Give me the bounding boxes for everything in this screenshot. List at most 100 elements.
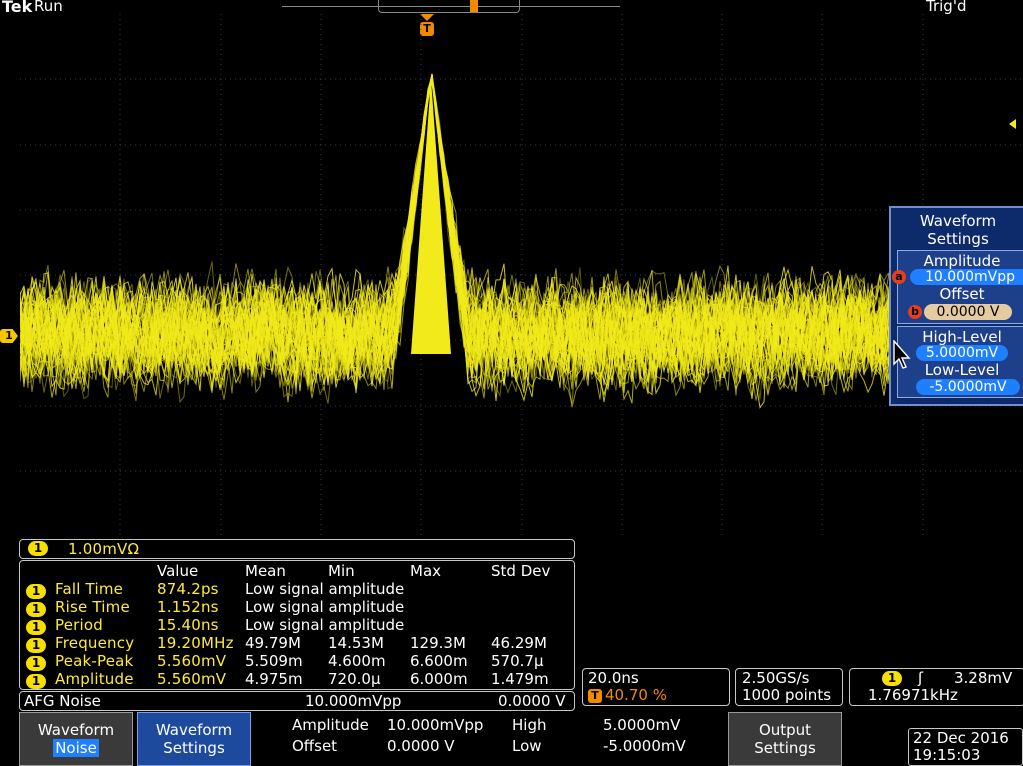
summary-low-label: Low <box>512 737 542 755</box>
summary-offset-label: Offset <box>292 737 338 755</box>
channel-badge: 1 <box>26 584 46 599</box>
offset-label: Offset <box>939 285 985 303</box>
waveform-settings-side-menu: Waveform Settings Amplitude a 10.000mVpp… <box>889 206 1023 406</box>
measurement-name: Rise Time <box>55 598 130 616</box>
measurement-row[interactable]: 1 Amplitude 5.560mV 4.975m 720.0µ 6.000m… <box>26 670 549 689</box>
measurement-name: Peak-Peak <box>55 652 134 670</box>
time: 19:15:03 <box>913 746 981 764</box>
measurement-value: 5.560mV <box>157 652 227 670</box>
measurement-max: 129.3M <box>410 634 466 652</box>
waveform-settings-button[interactable]: Waveform Settings <box>137 712 251 766</box>
measurement-min: 4.600m <box>328 652 386 670</box>
measurement-value: 874.2ps <box>157 580 219 598</box>
afg-parameters-summary: Amplitude 10.000mVpp High 5.0000mV Offse… <box>290 714 710 758</box>
col-std-dev: Std Dev <box>491 562 551 580</box>
high-low-level-button[interactable]: High-Level 5.0000mV Low-Level -5.0000mV <box>897 326 1023 398</box>
measurement-min: 14.53M <box>328 634 384 652</box>
rising-edge-icon: ʃ <box>918 669 924 687</box>
offset-value: 0.0000 V <box>924 304 1012 320</box>
measurement-value: 19.20MHz <box>157 634 234 652</box>
amplitude-offset-button[interactable]: Amplitude a 10.000mVpp Offset b 0.0000 V <box>892 250 1023 324</box>
channel-scale-readout[interactable]: 1 1.00mVΩ <box>19 539 575 559</box>
knob-a-icon: a <box>892 270 906 284</box>
measurement-value: 15.40ns <box>157 616 219 634</box>
trigger-frequency: 1.76971kHz <box>868 686 958 704</box>
col-min: Min <box>328 562 355 580</box>
top-status-bar: Tek Run Trig'd <box>0 0 1023 16</box>
measurement-name: Period <box>55 616 103 634</box>
record-view-window <box>378 0 520 13</box>
output-settings-button[interactable]: Output Settings <box>728 712 842 766</box>
sample-rate: 2.50GS/s <box>742 669 810 687</box>
measurement-mean: 49.79M <box>245 634 301 652</box>
timebase-readout[interactable]: 20.0ns T 40.70 % <box>582 668 730 706</box>
col-max: Max <box>410 562 442 580</box>
channel-badge: 1 <box>26 656 46 671</box>
trigger-level-arrow[interactable] <box>1009 119 1016 129</box>
measurement-name: Frequency <box>55 634 135 652</box>
measurement-std: 570.7µ <box>491 652 544 670</box>
measurement-std: 1.479m <box>491 670 549 688</box>
mouse-cursor-icon <box>893 340 911 369</box>
trigger-state: Trig'd <box>926 0 967 15</box>
measurement-row[interactable]: 1 Period 15.40ns Low signal amplitude <box>26 616 404 635</box>
date: 22 Dec 2016 <box>913 729 1009 747</box>
time-scale: 20.0ns <box>588 669 639 687</box>
measurement-value: 1.152ns <box>157 598 219 616</box>
col-value: Value <box>157 562 199 580</box>
trigger-position: 40.70 % <box>605 686 667 704</box>
afg-label: AFG Noise <box>24 692 101 710</box>
channel-badge: 1 <box>26 638 46 653</box>
measurement-note: Low signal amplitude <box>245 598 405 616</box>
channel-badge: 1 <box>26 602 46 617</box>
measurement-name: Fall Time <box>55 580 124 598</box>
afg-amplitude: 10.000mVpp <box>305 692 402 710</box>
record-length: 1000 points <box>742 686 832 704</box>
summary-amplitude-value: 10.000mVpp <box>387 716 484 734</box>
summary-amplitude-label: Amplitude <box>292 716 369 734</box>
measurement-value: 5.560mV <box>157 670 227 688</box>
grid-lines <box>20 14 1023 536</box>
measurement-max: 6.600m <box>410 652 468 670</box>
summary-high-label: High <box>512 716 547 734</box>
summary-high-value: 5.0000mV <box>603 716 681 734</box>
date-time-readout[interactable]: 22 Dec 2016 19:15:03 <box>908 728 1023 766</box>
measurement-table: Value Mean Min Max Std Dev 1 Fall Time 8… <box>19 560 575 690</box>
low-level-value: -5.0000mV <box>916 379 1020 395</box>
measurement-row[interactable]: 1 Frequency 19.20MHz 49.79M 14.53M 129.3… <box>26 634 547 653</box>
measurement-min: 720.0µ <box>328 670 381 688</box>
measurement-mean: 5.509m <box>245 652 303 670</box>
channel-1-marker[interactable]: 1 <box>0 329 18 343</box>
high-level-value: 5.0000mV <box>916 345 1008 361</box>
trigger-level: 3.28mV <box>954 669 1013 687</box>
measurement-std: 46.29M <box>491 634 547 652</box>
knob-b-icon: b <box>908 305 922 319</box>
channel-badge: 1 <box>26 620 46 635</box>
waveform-type-button[interactable]: Waveform Noise <box>19 712 133 766</box>
noise-selected: Noise <box>53 739 99 757</box>
amplitude-value: 10.000mVpp <box>910 269 1023 285</box>
noise-traces <box>20 73 1021 409</box>
record-trigger-marker <box>470 0 478 12</box>
waveform-graticule[interactable] <box>20 14 1023 536</box>
measurement-note: Low signal amplitude <box>245 580 405 598</box>
measurement-name: Amplitude <box>55 670 134 688</box>
trigger-position-badge: T <box>588 689 602 703</box>
summary-low-value: -5.0000mV <box>603 737 686 755</box>
pulse-peak <box>411 79 451 354</box>
run-state: Run <box>34 0 63 15</box>
trigger-readout[interactable]: 1 ʃ 3.28mV 1.76971kHz <box>849 668 1023 706</box>
measurement-row[interactable]: 1 Peak-Peak 5.560mV 5.509m 4.600m 6.600m… <box>26 652 544 671</box>
measurement-mean: 4.975m <box>245 670 303 688</box>
afg-status-readout[interactable]: AFG Noise 10.000mVpp 0.0000 V <box>19 691 575 711</box>
col-mean: Mean <box>245 562 286 580</box>
channel-scale: 1.00mVΩ <box>68 540 140 558</box>
measurement-row[interactable]: 1 Rise Time 1.152ns Low signal amplitude <box>26 598 404 617</box>
acquisition-readout[interactable]: 2.50GS/s 1000 points <box>735 668 843 706</box>
high-level-label: High-Level <box>922 328 1002 346</box>
trigger-source-badge: 1 <box>882 671 902 686</box>
measurement-row[interactable]: 1 Fall Time 874.2ps Low signal amplitude <box>26 580 404 599</box>
measurement-note: Low signal amplitude <box>245 616 405 634</box>
summary-offset-value: 0.0000 V <box>387 737 455 755</box>
low-level-label: Low-Level <box>924 361 1000 379</box>
